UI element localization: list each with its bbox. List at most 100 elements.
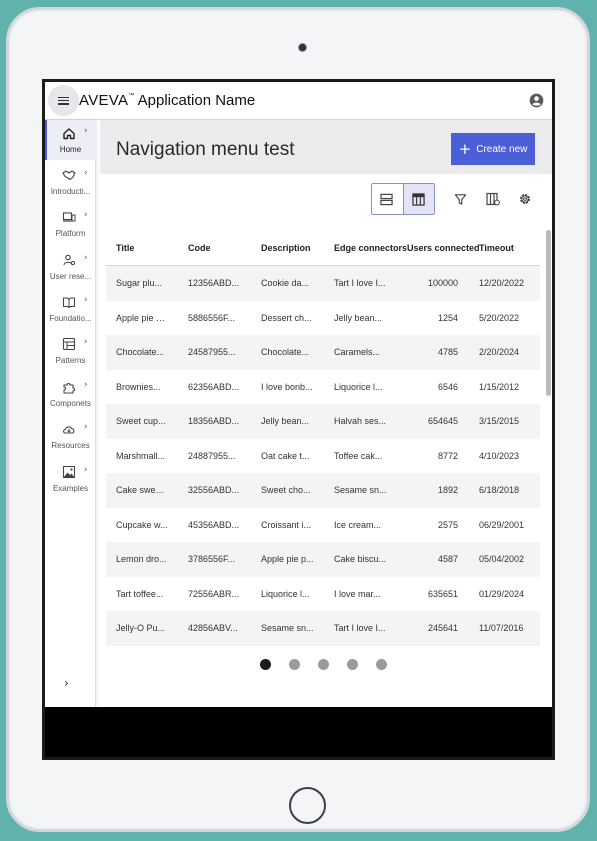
- user-research-icon: [63, 254, 76, 266]
- sidebar-item-examples[interactable]: › Examples: [45, 459, 96, 499]
- user-account-icon[interactable]: [529, 93, 544, 108]
- sidebar-item-label: Examples: [52, 484, 89, 493]
- camera: [298, 43, 307, 52]
- table-cell-description: I love bonb...: [261, 381, 313, 392]
- table-cell-description: Dessert ch...: [261, 312, 312, 323]
- column-header-edge-connectors[interactable]: Edge connectors: [334, 243, 407, 253]
- table-cell-users-connected: 6546: [437, 381, 458, 392]
- chevron-right-icon: ›: [84, 295, 88, 305]
- menu-button[interactable]: [48, 85, 79, 116]
- sidebar-item-label: Foundatio...: [49, 314, 92, 323]
- table-row[interactable]: Brownies... 62356ABD... I love bonb... Liqu…: [106, 370, 540, 405]
- page-dot-5[interactable]: [376, 659, 387, 670]
- sidebar-item-label: Resources: [51, 441, 90, 450]
- sidebar-item-label: Componets: [50, 399, 91, 408]
- table-cell-description: Sweet cho...: [261, 485, 311, 495]
- columns-button[interactable]: [477, 184, 508, 214]
- side-navigation: › Home › Introducti... › Platform › User rese..…: [45, 120, 96, 707]
- app-screen: AVEVA™ Application Name › Home › Introducti…: [42, 79, 555, 760]
- table-view-icon: [412, 192, 425, 206]
- table-cell-code: 18356ABD...: [188, 416, 240, 426]
- settings-button[interactable]: [509, 184, 540, 214]
- sidebar-item-platform[interactable]: › Platform: [45, 204, 96, 244]
- sidebar-item-label: Patterns: [55, 356, 86, 365]
- table-cell-code: 72556ABR...: [188, 588, 240, 599]
- table-cell-description: Chocolate...: [261, 347, 310, 357]
- devices-icon: [62, 212, 76, 222]
- sidebar-item-resources[interactable]: › Resources: [45, 416, 96, 456]
- page-dot-4[interactable]: [347, 659, 358, 670]
- puzzle-icon: [63, 382, 76, 394]
- table-cell-edge-connectors: Halvah ses...: [334, 416, 387, 426]
- table-row[interactable]: Sugar plu... 12356ABD... Cookie da... Tart …: [106, 266, 540, 301]
- tablet-home-button[interactable]: [289, 787, 326, 824]
- table-view-button[interactable]: [403, 184, 434, 214]
- table-cell-title: Apple pie p...: [116, 312, 168, 323]
- table-cell-users-connected: 635651: [427, 588, 458, 599]
- column-header-code[interactable]: Code: [188, 243, 211, 253]
- list-view-button[interactable]: [371, 184, 402, 214]
- table-cell-users-connected: 245641: [427, 623, 458, 633]
- filter-button[interactable]: [445, 184, 476, 214]
- table-cell-edge-connectors: Caramels...: [334, 347, 381, 357]
- table-cell-code: 12356ABD...: [188, 278, 240, 288]
- table-cell-description: Oat cake t...: [261, 450, 310, 461]
- sidebar-item-patterns[interactable]: › Patterns: [45, 331, 96, 371]
- sidebar-item-user-rese[interactable]: › User rese...: [45, 247, 96, 287]
- chevron-right-icon: ›: [84, 422, 88, 432]
- table-cell-edge-connectors: Jelly bean...: [334, 312, 383, 323]
- table-cell-users-connected: 2575: [437, 519, 458, 530]
- table-row[interactable]: Chocolate... 24587955... Chocolate... Caram…: [106, 335, 540, 370]
- table-cell-code: 32556ABD...: [188, 485, 240, 495]
- chevron-right-icon: ›: [84, 465, 88, 475]
- table-cell-users-connected: 1892: [437, 485, 458, 495]
- table-row[interactable]: Cupcake w... 45356ABD... Croissant i... Ice…: [106, 508, 540, 543]
- home-icon: [63, 128, 75, 140]
- sidebar-item-introducti[interactable]: › Introducti...: [45, 162, 96, 202]
- table-cell-users-connected: 654645: [427, 416, 458, 426]
- sidebar-item-foundatio[interactable]: › Foundatio...: [45, 289, 96, 329]
- table-row[interactable]: Tart toffee... 72556ABR... Liquorice l... I…: [106, 577, 540, 612]
- table-row[interactable]: Sweet cup... 18356ABD... Jelly bean... Halv…: [106, 404, 540, 439]
- table-cell-description: Cookie da...: [261, 278, 310, 288]
- brand-name: AVEVA: [79, 92, 129, 109]
- rows-view-icon: [380, 193, 393, 205]
- table-cell-users-connected: 4785: [437, 347, 458, 357]
- table-cell-edge-connectors: Cake biscu...: [334, 554, 387, 564]
- table-row[interactable]: Cake swee... 32556ABD... Sweet cho... Sesam…: [106, 473, 540, 508]
- column-header-description[interactable]: Description: [261, 243, 311, 253]
- column-header-title[interactable]: Title: [116, 243, 134, 253]
- table-row[interactable]: Marshmall... 24887955... Oat cake t... Toff…: [106, 439, 540, 474]
- trademark: ™: [128, 93, 135, 99]
- table-row[interactable]: Apple pie p... 5886556F... Dessert ch... Je…: [106, 301, 540, 336]
- table-row[interactable]: Jelly-O Pu... 42856ABV... Sesame sn... Tart…: [106, 611, 540, 646]
- chevron-right-icon: ›: [84, 337, 88, 347]
- expand-sidebar-button[interactable]: ›: [64, 676, 69, 690]
- page-dot-1[interactable]: [260, 659, 271, 670]
- sidebar-item-componets[interactable]: › Componets: [45, 374, 96, 414]
- page-dot-3[interactable]: [318, 659, 329, 670]
- create-new-label: Create new: [476, 143, 528, 155]
- table-cell-title: Marshmall...: [116, 450, 166, 461]
- page-dot-2[interactable]: [289, 659, 300, 670]
- table-cell-description: Croissant i...: [261, 519, 312, 530]
- column-header-timeout[interactable]: Timeout: [479, 243, 514, 253]
- table-cell-timeout: 4/10/2023: [479, 450, 520, 461]
- table-cell-timeout: 01/29/2024: [479, 588, 525, 599]
- sidebar-item-label: Platform: [55, 229, 86, 238]
- table-row[interactable]: Lemon dro... 3786556F... Apple pie p... Cak…: [106, 542, 540, 577]
- chevron-right-icon: ›: [84, 380, 88, 390]
- create-new-button[interactable]: + Create new: [451, 133, 535, 165]
- patterns-icon: [62, 337, 76, 351]
- column-header-users-connected[interactable]: Users connected: [407, 243, 480, 253]
- app-title: AVEVA™ Application Name: [79, 92, 255, 109]
- chevron-right-icon: ›: [84, 253, 88, 263]
- table-cell-description: Liquorice l...: [261, 588, 310, 599]
- table-cell-code: 62356ABD...: [188, 381, 240, 392]
- sidebar-item-home[interactable]: › Home: [45, 120, 96, 160]
- chevron-right-icon: ›: [84, 126, 88, 136]
- table-cell-timeout: 11/07/2016: [479, 623, 524, 633]
- table-scrollbar[interactable]: [546, 230, 551, 396]
- data-table: Title Code Description Edge connectors Users…: [106, 230, 540, 646]
- book-icon: [62, 297, 76, 309]
